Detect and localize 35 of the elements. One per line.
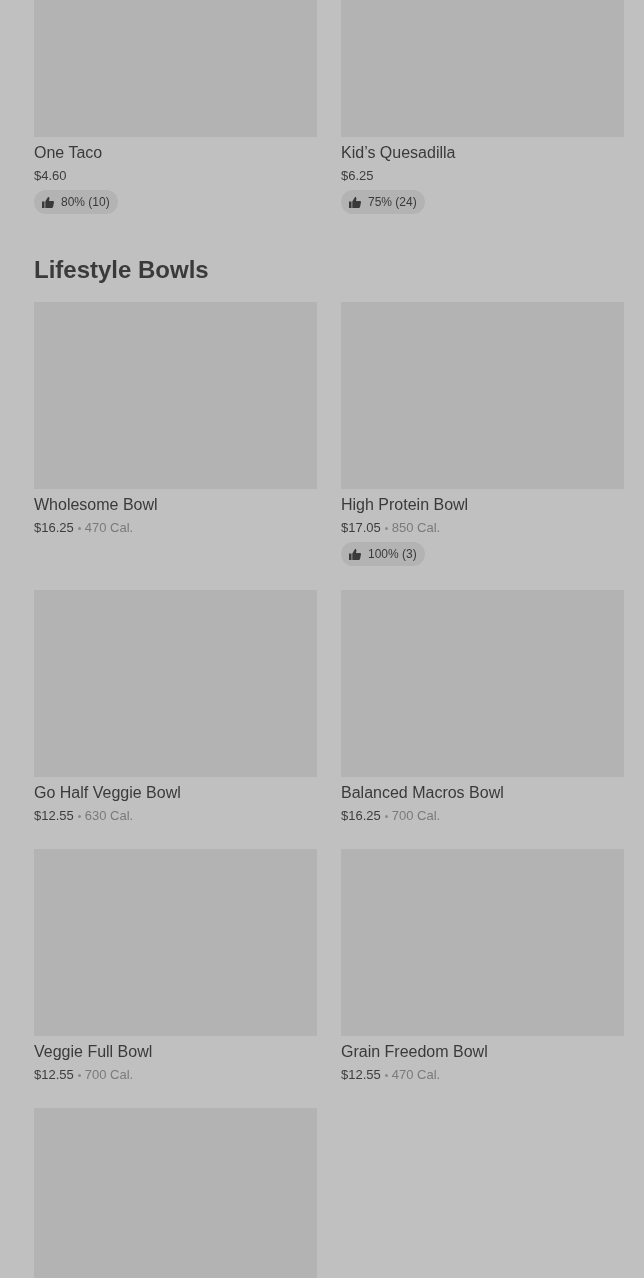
item-price: $16.25 [341,807,381,825]
separator-dot [77,1073,81,1077]
item-calories: 850 Cal. [391,519,441,537]
thumbs-up-icon [349,196,361,208]
item-name[interactable]: Go Half Veggie Bowl [34,783,317,803]
section-title: Lifestyle Bowls [34,256,210,284]
item-name[interactable]: One Taco [34,143,317,163]
thumbs-up-icon [349,548,361,560]
item-name[interactable]: Wholesome Bowl [34,495,317,515]
rating-text: 80% (10) [61,195,110,209]
item-name[interactable]: High Protein Bowl [341,495,624,515]
rating-text: 75% (24) [368,195,417,209]
item-name[interactable]: Kid’s Quesadilla [341,143,624,163]
item-calories: 470 Cal. [84,519,134,537]
separator-dot [77,814,81,818]
item-name[interactable]: Grain Freedom Bowl [341,1042,624,1062]
thumbs-up-icon [42,196,54,208]
item-price: $4.60 [34,167,67,185]
item-calories: 470 Cal. [391,1066,441,1084]
separator-dot [77,526,81,530]
rating-text: 100% (3) [368,547,417,561]
item-name[interactable]: Balanced Macros Bowl [341,783,624,803]
item-price: $6.25 [341,167,374,185]
separator-dot [384,1073,388,1077]
item-calories: 700 Cal. [391,807,441,825]
item-name[interactable]: Veggie Full Bowl [34,1042,317,1062]
item-price: $16.25 [34,519,74,537]
separator-dot [384,814,388,818]
item-price: $17.05 [341,519,381,537]
item-calories: 700 Cal. [84,1066,134,1084]
separator-dot [384,526,388,530]
item-calories: 630 Cal. [84,807,134,825]
item-price: $12.55 [34,807,74,825]
item-price: $12.55 [341,1066,381,1084]
item-price: $12.55 [34,1066,74,1084]
